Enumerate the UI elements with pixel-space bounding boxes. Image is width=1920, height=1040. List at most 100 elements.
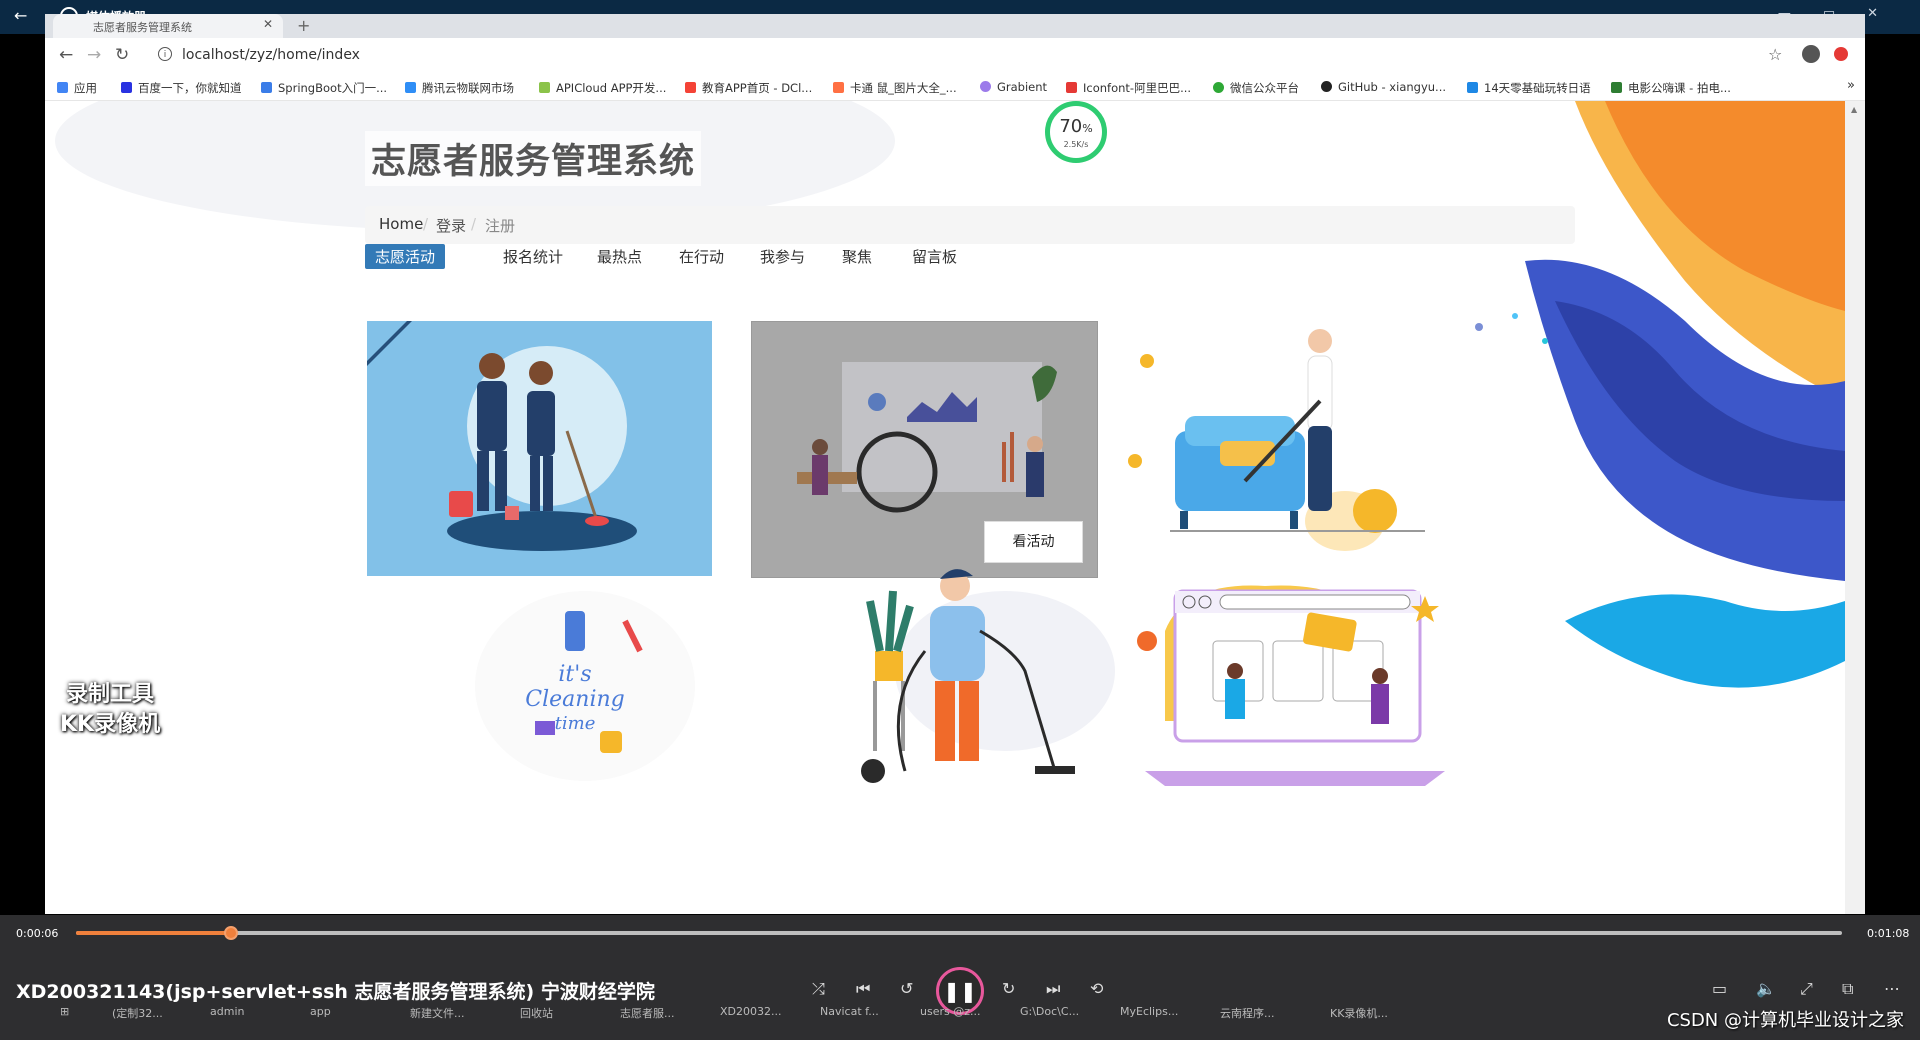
bookmark-label: 腾讯云物联网市场 <box>422 81 514 95</box>
nav-tab-focus[interactable]: 聚焦 <box>842 246 872 267</box>
repeat-off-icon[interactable]: ⟲ <box>1090 979 1103 998</box>
svg-text:it's: it's <box>558 662 591 687</box>
bookmark-item[interactable]: Iconfont-阿里巴巴... <box>1066 80 1191 96</box>
cleaning-time-illustration: it's Cleaning time <box>475 591 695 781</box>
nav-tab-message-board[interactable]: 留言板 <box>912 246 957 267</box>
reload-icon[interactable]: ↻ <box>115 45 129 65</box>
bookmark-item[interactable]: APICloud APP开发... <box>539 80 666 96</box>
browser-tab[interactable]: 志愿者服务管理系统 ✕ <box>53 14 283 38</box>
csdn-credit: CSDN @计算机毕业设计之家 <box>1666 1010 1904 1031</box>
recorder-watermark: 录制工具 KK录像机 <box>60 680 160 740</box>
movie-course-icon <box>1611 82 1622 93</box>
dcloud-icon <box>685 82 696 93</box>
speed-percent-unit: % <box>1082 122 1093 135</box>
bookmark-label: 卡通 鼠_图片大全_... <box>850 81 957 95</box>
taskbar-item[interactable]: XD20032... <box>720 1005 782 1018</box>
mini-view-icon[interactable]: ⧉ <box>1842 979 1853 999</box>
vacuum-man-illustration <box>861 569 1115 783</box>
shuffle-icon[interactable]: ⤮ <box>812 979 825 999</box>
online-shopping-illustration <box>1137 585 1445 786</box>
site-header: 志愿者服务管理系统 <box>365 131 702 186</box>
bookmark-item[interactable]: GitHub - xiangyu... <box>1321 80 1446 94</box>
activity-card[interactable] <box>367 321 712 576</box>
back-icon[interactable]: ← <box>59 45 73 65</box>
activity-card[interactable]: 看活动 <box>751 321 1098 578</box>
nav-tab-hottest[interactable]: 最热点 <box>597 246 642 267</box>
page-scrollbar[interactable]: ▲ <box>1845 101 1865 914</box>
bookmark-star-icon[interactable]: ☆ <box>1768 45 1782 64</box>
previous-icon[interactable]: ⏮ <box>856 979 870 999</box>
rewind-10-icon[interactable]: ↺ <box>900 979 913 998</box>
url-text[interactable]: localhost/zyz/home/index <box>182 47 360 63</box>
bookmark-label: 教育APP首页 - DCl... <box>702 81 813 95</box>
bookmark-item[interactable]: 百度一下，你就知道 <box>121 80 242 96</box>
nav-tab-registration-stats[interactable]: 报名统计 <box>503 246 563 267</box>
more-bookmarks-icon[interactable]: » <box>1847 78 1855 93</box>
bookmark-item[interactable]: 14天零基础玩转日语 <box>1467 80 1591 96</box>
forward-30-icon[interactable]: ↻ <box>1002 979 1015 998</box>
nav-tab-my-participation[interactable]: 我参与 <box>760 246 805 267</box>
bookmark-label: 微信公众平台 <box>1230 81 1299 95</box>
fullscreen-icon[interactable]: ⤢ <box>1800 979 1813 999</box>
taskbar: ⊞ (定制32... admin app 新建文件... 回收站 志愿者服...… <box>0 997 1920 1025</box>
taskbar-item[interactable]: 志愿者服... <box>620 1005 675 1021</box>
site-info-icon[interactable]: i <box>158 47 172 61</box>
nav-tab-in-action[interactable]: 在行动 <box>679 246 724 267</box>
bookmark-item[interactable]: 应用 <box>57 80 97 96</box>
speed-percent: 70% <box>1050 116 1102 137</box>
breadcrumb-home[interactable]: Home <box>379 215 423 233</box>
address-bar[interactable]: i localhost/zyz/home/index <box>150 43 1780 69</box>
bookmark-item[interactable]: SpringBoot入门一... <box>261 80 387 96</box>
volume-icon[interactable]: 🔈 <box>1756 979 1776 998</box>
account-icon[interactable] <box>1802 45 1820 63</box>
bookmark-label: 百度一下，你就知道 <box>138 81 242 95</box>
taskbar-item[interactable]: 新建文件... <box>410 1005 465 1021</box>
forward-icon[interactable]: → <box>87 45 101 65</box>
iconfont-icon <box>1066 82 1077 93</box>
bookmark-label: 电影公嗨课 - 拍电... <box>1628 81 1731 95</box>
grabient-icon <box>980 81 991 92</box>
view-activity-button[interactable]: 看活动 <box>984 521 1083 563</box>
breadcrumb-login[interactable]: 登录 <box>436 215 466 236</box>
taskbar-item[interactable]: app <box>310 1005 331 1018</box>
taskbar-item[interactable]: MyEclips... <box>1120 1005 1178 1018</box>
tab-strip: 志愿者服务管理系统 ✕ + <box>45 14 1865 38</box>
bookmark-item[interactable]: 教育APP首页 - DCl... <box>685 80 812 96</box>
breadcrumb-register[interactable]: 注册 <box>485 215 515 236</box>
back-arrow-icon[interactable]: ← <box>14 6 27 25</box>
bookmark-item[interactable]: 微信公众平台 <box>1213 80 1299 96</box>
subtitles-icon[interactable]: ▭ <box>1712 979 1727 998</box>
cloud-icon <box>405 82 416 93</box>
taskbar-item[interactable]: 回收站 <box>520 1005 553 1021</box>
svg-text:Cleaning: Cleaning <box>525 687 624 712</box>
seek-bar[interactable] <box>76 926 1842 940</box>
bookmark-item[interactable]: Grabient <box>980 80 1047 94</box>
bookmark-label: GitHub - xiangyu... <box>1338 80 1447 94</box>
bookmark-label: Grabient <box>997 80 1048 94</box>
seek-handle[interactable] <box>224 926 239 940</box>
bookmark-label: APICloud APP开发... <box>556 81 667 95</box>
breadcrumb: Home / 登录 / 注册 <box>365 206 1575 244</box>
extension-icon[interactable] <box>1834 47 1848 61</box>
taskbar-item[interactable]: KK录像机... <box>1330 1005 1388 1021</box>
bookmark-icon <box>261 82 272 93</box>
start-icon[interactable]: ⊞ <box>60 1005 69 1018</box>
taskbar-item[interactable]: Navicat f... <box>820 1005 879 1018</box>
taskbar-item[interactable]: G:\Doc\C... <box>1020 1005 1079 1018</box>
network-speed-widget: 70% 2.5K/s <box>1045 101 1107 163</box>
more-options-icon[interactable]: ⋯ <box>1884 979 1900 998</box>
taskbar-item[interactable]: users @z... <box>920 1005 980 1018</box>
next-icon[interactable]: ⏭ <box>1046 979 1060 999</box>
bookmark-item[interactable]: 卡通 鼠_图片大全_... <box>833 80 957 96</box>
wechat-icon <box>1213 82 1224 93</box>
baidu-icon <box>121 82 132 93</box>
taskbar-item[interactable]: admin <box>210 1005 244 1018</box>
nav-tab-activities[interactable]: 志愿活动 <box>365 244 446 269</box>
bookmark-item[interactable]: 腾讯云物联网市场 <box>405 80 514 96</box>
tab-close-icon[interactable]: ✕ <box>263 17 273 31</box>
bookmark-item[interactable]: 电影公嗨课 - 拍电... <box>1611 80 1731 96</box>
new-tab-icon[interactable]: + <box>297 16 310 35</box>
scroll-up-arrow-icon[interactable]: ▲ <box>1851 105 1857 114</box>
taskbar-item[interactable]: 云南程序... <box>1220 1005 1275 1021</box>
taskbar-item[interactable]: (定制32... <box>112 1005 163 1021</box>
